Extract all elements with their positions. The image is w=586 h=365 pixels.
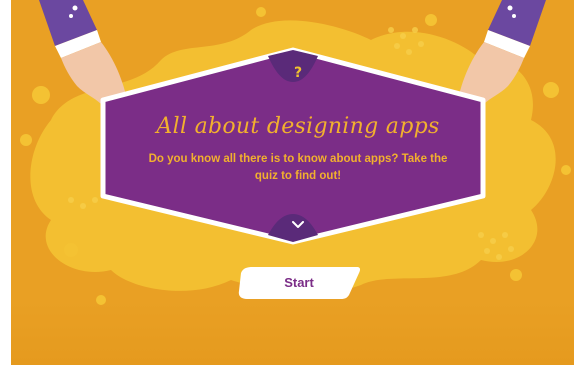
start-button[interactable]: Start xyxy=(237,267,361,299)
question-mark-icon: ? xyxy=(293,65,303,81)
quiz-title: All about designing apps xyxy=(156,114,440,139)
quiz-intro-screen: ? All about designing apps Do you know a… xyxy=(11,0,574,365)
quiz-description: Do you know all there is to know about a… xyxy=(148,153,448,182)
chevron-down-icon[interactable] xyxy=(273,212,323,238)
start-button-label: Start xyxy=(284,275,314,290)
